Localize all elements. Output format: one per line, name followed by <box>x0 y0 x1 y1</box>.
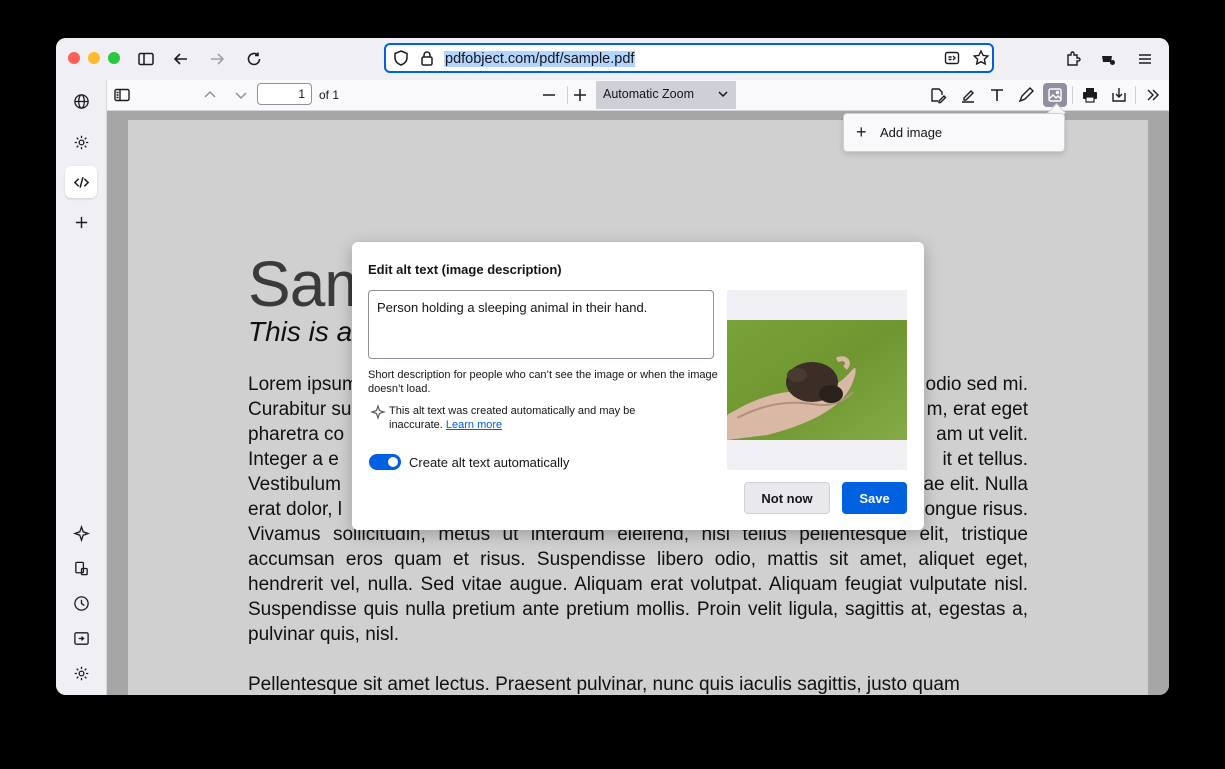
auto-alt-text-toggle[interactable] <box>369 454 401 470</box>
dialog-title: Edit alt text (image description) <box>368 262 562 277</box>
ai-sparkle-icon[interactable] <box>65 517 97 549</box>
draw-icon[interactable] <box>1014 83 1038 107</box>
add-image-label: Add image <box>880 125 943 140</box>
lock-icon[interactable] <box>416 47 438 69</box>
next-page-icon[interactable] <box>229 83 253 107</box>
zoom-out-icon[interactable] <box>537 83 561 107</box>
sync-icon[interactable] <box>65 552 97 584</box>
toggle-knob <box>388 457 398 467</box>
page-count: of 1 <box>319 88 340 102</box>
title-bar: pdfobject.com/pdf/sample.pdf <box>56 38 1169 80</box>
pdf-subtitle: This is a <box>248 316 353 347</box>
highlight-icon[interactable] <box>956 83 980 107</box>
print-icon[interactable] <box>1078 83 1102 107</box>
zoom-select-value: Automatic Zoom <box>603 87 695 101</box>
text-tool-icon[interactable] <box>985 83 1009 107</box>
ai-sparkle-icon <box>370 404 386 420</box>
save-download-icon[interactable] <box>1107 83 1131 107</box>
bookmark-star-icon[interactable] <box>970 47 992 69</box>
back-arrow-icon[interactable] <box>170 48 192 70</box>
pdf-toolbar: 1 of 1 Automatic Zoom <box>107 80 1169 111</box>
url-bar[interactable]: pdfobject.com/pdf/sample.pdf <box>384 43 994 73</box>
tools-overflow-icon[interactable] <box>1141 83 1165 107</box>
code-icon[interactable] <box>65 166 97 198</box>
pdf-line: Vivamus sollicitudin, metus ut interdum … <box>248 524 1028 645</box>
image-preview <box>727 290 907 470</box>
browser-sidebar <box>56 80 107 695</box>
settings-icon[interactable] <box>65 657 97 689</box>
previous-page-icon[interactable] <box>198 83 222 107</box>
zoom-in-icon[interactable] <box>568 83 592 107</box>
gear-icon[interactable] <box>65 126 97 158</box>
auto-notice-text: This alt text was created automatically … <box>389 405 636 431</box>
extensions-icon[interactable] <box>1062 48 1084 70</box>
not-now-button[interactable]: Not now <box>744 482 830 514</box>
globe-icon[interactable] <box>65 85 97 117</box>
forward-arrow-icon[interactable] <box>206 48 228 70</box>
alt-text-hint: Short description for people who can’t s… <box>368 369 718 395</box>
toggle-label: Create alt text automatically <box>409 455 570 470</box>
plus-icon: + <box>856 122 867 142</box>
plus-icon[interactable] <box>65 206 97 238</box>
maximize-window-button[interactable] <box>108 52 120 64</box>
auto-generated-notice: This alt text was created automatically … <box>389 404 689 432</box>
minimize-window-button[interactable] <box>88 52 100 64</box>
tabs-icon[interactable] <box>65 622 97 654</box>
preview-photo <box>727 320 907 440</box>
signature-icon[interactable] <box>926 83 950 107</box>
page-number-input[interactable]: 1 <box>257 83 312 105</box>
alt-text-dialog: Edit alt text (image description) Person… <box>352 242 924 530</box>
reader-view-icon[interactable] <box>941 47 963 69</box>
save-button[interactable]: Save <box>842 482 907 514</box>
history-icon[interactable] <box>65 587 97 619</box>
browser-window: pdfobject.com/pdf/sample.pdf 1 of 1 Auto… <box>56 38 1169 695</box>
add-image-menu[interactable]: + Add image <box>843 113 1065 152</box>
toolbar-divider <box>1072 86 1073 104</box>
pdf-paragraph-2: Pellentesque sit amet lectus. Praesent p… <box>248 674 960 695</box>
toolbar-divider <box>1135 86 1136 104</box>
chevron-down-icon <box>718 91 728 98</box>
learn-more-link[interactable]: Learn more <box>446 419 502 431</box>
pdf-sidebar-toggle-icon[interactable] <box>110 83 134 107</box>
menu-icon[interactable] <box>1134 48 1156 70</box>
reload-icon[interactable] <box>243 48 265 70</box>
url-text[interactable]: pdfobject.com/pdf/sample.pdf <box>444 51 636 67</box>
alt-text-textarea[interactable]: Person holding a sleeping animal in thei… <box>368 290 714 359</box>
profile-icon[interactable] <box>1097 48 1119 70</box>
shield-icon[interactable] <box>390 47 412 69</box>
zoom-select[interactable]: Automatic Zoom <box>596 81 736 109</box>
close-window-button[interactable] <box>68 52 80 64</box>
sidebar-toggle-icon[interactable] <box>135 48 157 70</box>
